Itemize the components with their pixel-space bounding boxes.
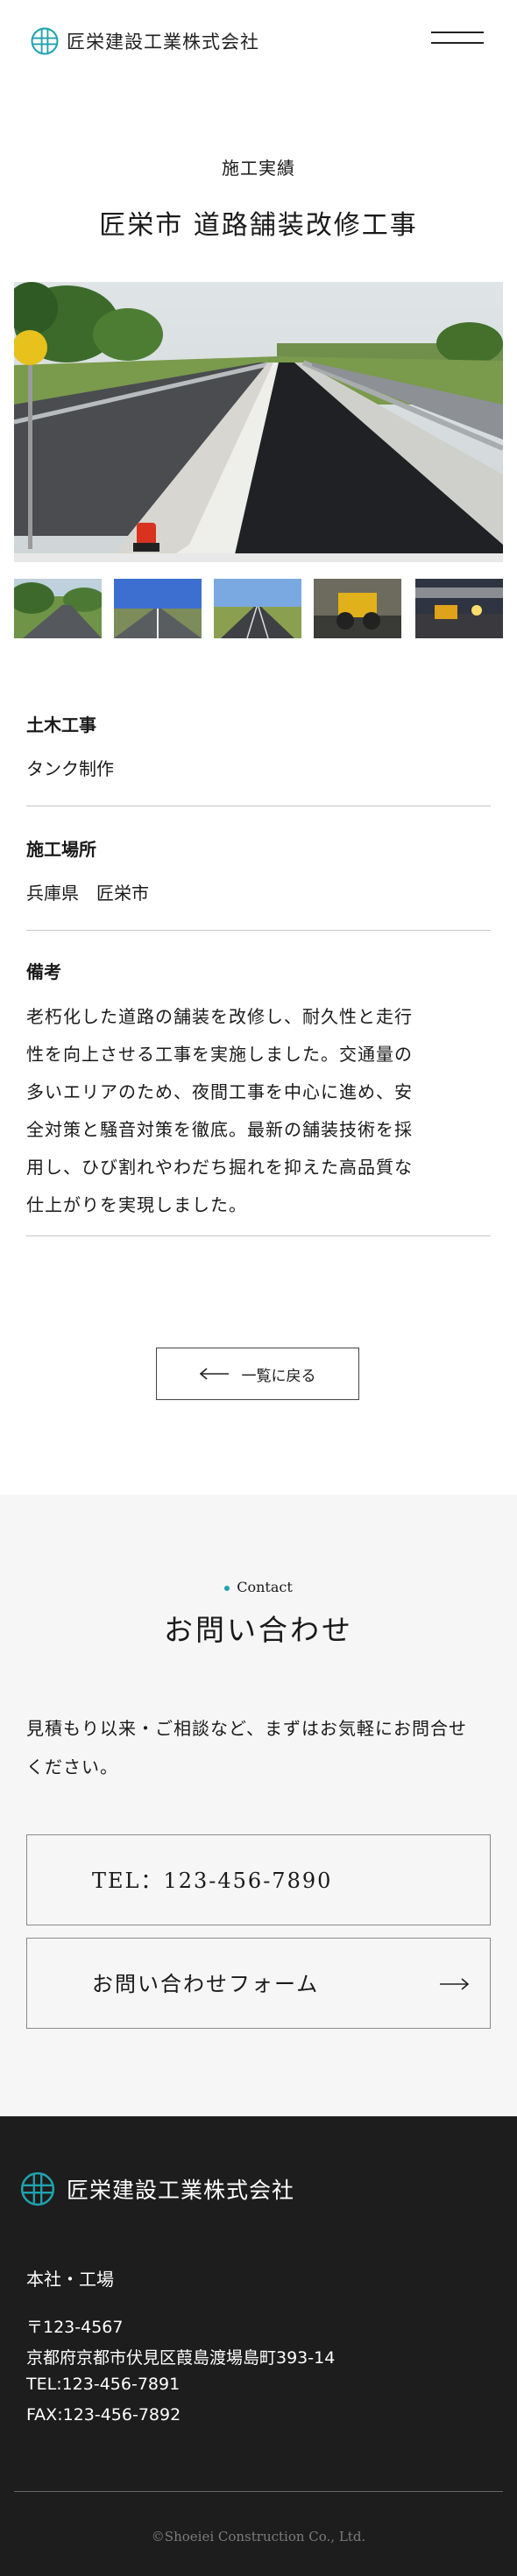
thumbnail-3[interactable] <box>214 579 301 638</box>
detail-label-work-type: 土木工事 <box>26 714 96 735</box>
project-category: 施工実績 <box>222 158 295 179</box>
contact-eyebrow: Contact <box>0 1579 517 1595</box>
back-to-list-label: 一覧に戻る <box>241 1367 316 1385</box>
thumbnail-5[interactable] <box>415 579 503 638</box>
contact-description: 見積もり以来・ご相談など、まずはお気軽にお問合せ ください。 <box>26 1709 491 1786</box>
tel-button-label: TEL：123-456-7890 <box>92 1869 333 1893</box>
divider <box>26 930 491 931</box>
project-main-image <box>14 282 503 562</box>
project-thumbnails <box>14 579 503 638</box>
notes-line: 老朽化した道路の舗装を改修し、耐久性と走行 <box>26 1006 413 1027</box>
copyright: ©Shoeiei Construction Co., Ltd. <box>151 2529 366 2544</box>
road-paving-photo <box>14 282 503 562</box>
logo-globe-icon <box>30 26 60 56</box>
footer-address: 京都府京都市伏見区葭島渡場島町393-14 <box>26 2348 336 2368</box>
footer-fax: FAX:123-456-7892 <box>26 2405 181 2425</box>
site-footer: 匠栄建設工業株式会社 本社・工場 〒123-4567 京都府京都市伏見区葭島渡場… <box>0 2116 517 2576</box>
hamburger-icon-line-bottom <box>431 42 484 44</box>
detail-label-location: 施工場所 <box>26 839 96 860</box>
footer-divider <box>14 2491 503 2492</box>
notes-line: 用し、ひび割れやわだち掘れを抑えた高品質な <box>26 1157 413 1178</box>
arrow-right-icon <box>440 1978 469 1990</box>
footer-logo[interactable]: 匠栄建設工業株式会社 <box>19 2171 294 2207</box>
detail-notes-text: 老朽化した道路の舗装を改修し、耐久性と走行 性を向上させる工事を実施しました。交… <box>26 998 464 1224</box>
contact-title: お問い合わせ <box>164 1613 353 1647</box>
hamburger-menu-button[interactable] <box>431 32 484 51</box>
accent-dot-icon <box>224 1585 230 1591</box>
tel-button[interactable]: TEL：123-456-7890 <box>26 1834 491 1925</box>
detail-value-work-type: タンク制作 <box>26 758 114 779</box>
thumbnail-4[interactable] <box>314 579 401 638</box>
footer-company-name: 匠栄建設工業株式会社 <box>67 2178 295 2203</box>
logo-globe-icon <box>19 2171 56 2207</box>
notes-line: 仕上がりを実現しました。 <box>26 1194 247 1215</box>
thumbnail-image <box>114 579 202 638</box>
thumbnail-image <box>214 579 301 638</box>
back-to-list-button[interactable]: 一覧に戻る <box>156 1348 359 1400</box>
header-logo[interactable]: 匠栄建設工業株式会社 <box>30 26 259 56</box>
thumbnail-image <box>415 579 503 638</box>
contact-eyebrow-label: Contact <box>237 1579 293 1595</box>
contact-form-button[interactable]: お問い合わせフォーム <box>26 1938 491 2029</box>
arrow-left-icon <box>199 1368 229 1380</box>
detail-value-location: 兵庫県 匠栄市 <box>26 883 149 904</box>
contact-form-button-label: お問い合わせフォーム <box>92 1972 320 1996</box>
footer-office-label: 本社・工場 <box>26 2269 114 2290</box>
thumbnail-2[interactable] <box>114 579 202 638</box>
thumbnail-1[interactable] <box>14 579 102 638</box>
project-title: 匠栄市 道路舗装改修工事 <box>99 210 418 241</box>
thumbnail-image <box>314 579 401 638</box>
site-header: 匠栄建設工業株式会社 <box>0 0 517 79</box>
footer-postal-code: 〒123-4567 <box>26 2318 124 2337</box>
notes-line: 全対策と騒音対策を徹底。最新の舗装技術を採 <box>26 1119 413 1140</box>
company-name: 匠栄建設工業株式会社 <box>67 32 259 53</box>
detail-label-notes: 備考 <box>26 961 61 982</box>
notes-line: 多いエリアのため、夜間工事を中心に進め、安 <box>26 1081 413 1102</box>
hamburger-icon-line-top <box>431 32 484 33</box>
notes-line: 性を向上させる工事を実施しました。交通量の <box>26 1044 413 1065</box>
contact-description-line: ください。 <box>26 1756 118 1777</box>
contact-section: Contact お問い合わせ 見積もり以来・ご相談など、まずはお気軽にお問合せ … <box>0 1495 517 2116</box>
divider <box>26 1235 491 1236</box>
thumbnail-image <box>14 579 102 638</box>
contact-description-line: 見積もり以来・ご相談など、まずはお気軽にお問合せ <box>26 1718 467 1739</box>
footer-tel[interactable]: TEL:123-456-7891 <box>26 2375 180 2394</box>
